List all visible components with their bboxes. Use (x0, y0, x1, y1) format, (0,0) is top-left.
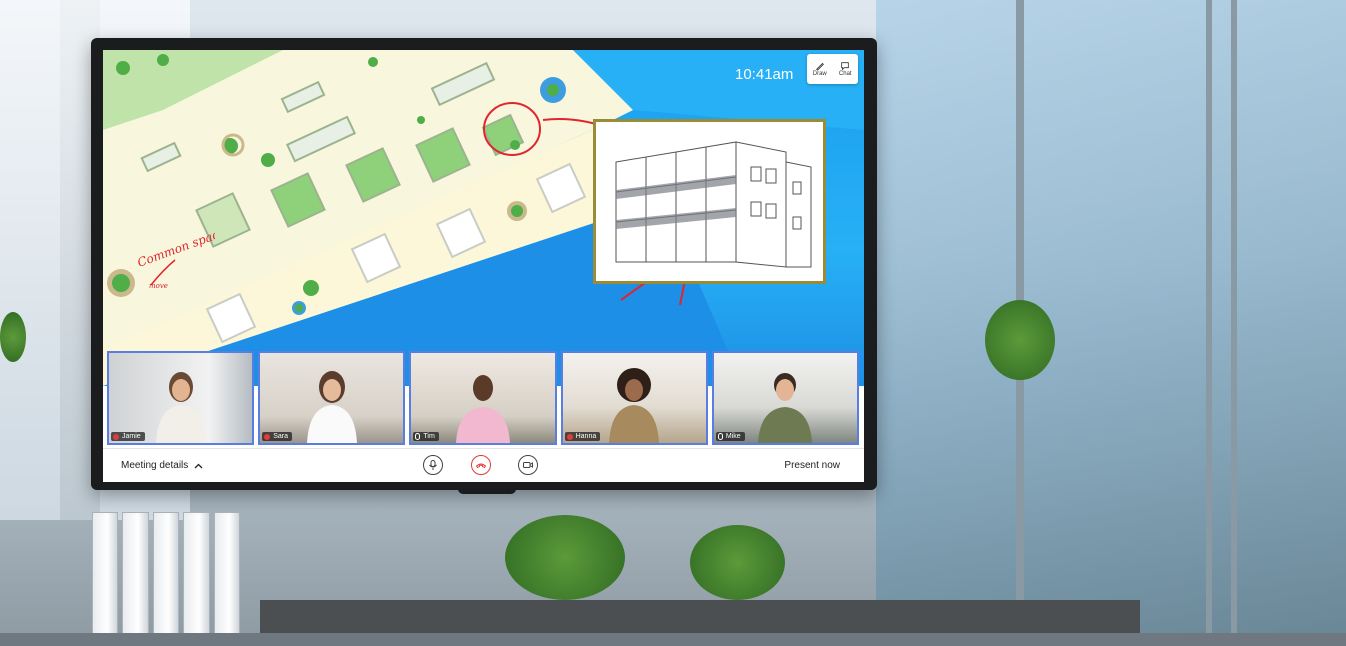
display-bezel: Common space move 10:41am Draw Chat Jami… (91, 38, 877, 490)
participant-name-tag: Mike (715, 432, 745, 441)
participant-name: Sara (273, 433, 288, 440)
door-handle (1231, 0, 1237, 646)
annotation-common-space: Common space (136, 232, 215, 270)
participant-tile[interactable]: Hanna (560, 351, 708, 445)
participant-tile[interactable]: Jamie (107, 351, 255, 445)
participant-tile[interactable]: Mike (711, 351, 860, 445)
pen-icon (815, 62, 824, 71)
background-plant (0, 312, 26, 362)
participant-video (306, 371, 357, 443)
mic-on-icon (415, 433, 421, 440)
present-now-button[interactable]: Present now (784, 460, 840, 471)
participant-name-tag: Hanna (564, 432, 601, 441)
binder (213, 512, 241, 646)
participant-video (758, 373, 813, 443)
binder (122, 512, 149, 646)
mic-on-icon (717, 433, 723, 440)
binder (92, 512, 119, 646)
microphone-button[interactable] (423, 455, 443, 475)
glass-partition (876, 0, 1346, 646)
mic-muted-icon (113, 433, 119, 440)
meeting-control-bar: Meeting details Present now (103, 448, 864, 482)
binder (183, 512, 210, 646)
building-sketch (615, 141, 812, 268)
whiteboard-canvas[interactable]: Common space move 10:41am Draw Chat (103, 50, 864, 386)
tool-panel: Draw Chat (807, 54, 858, 84)
door-handle (1206, 0, 1212, 646)
camera-button[interactable] (518, 455, 538, 475)
participant-video (456, 375, 510, 443)
annotation-move: move (149, 282, 168, 290)
chat-button[interactable]: Chat (833, 54, 859, 84)
mic-muted-icon (264, 433, 271, 440)
participant-name: Mike (725, 433, 741, 440)
hang-up-icon (475, 463, 487, 469)
meeting-details-label: Meeting details (121, 460, 189, 471)
clock: 10:41am (735, 66, 794, 83)
building-sketch-card[interactable] (593, 119, 826, 284)
handwritten-annotation: Common space move (136, 232, 215, 290)
participant-strip: Jamie Sara Tim Hanna Mike (107, 351, 860, 445)
participant-name: Hanna (575, 433, 597, 440)
meeting-screen: Common space move 10:41am Draw Chat Jami… (103, 50, 864, 482)
shelf (0, 633, 1346, 646)
microphone-icon (429, 460, 437, 470)
table-plant (505, 515, 625, 600)
hang-up-button[interactable] (471, 455, 491, 475)
participant-tile[interactable]: Tim (409, 351, 557, 445)
participant-video (155, 372, 206, 443)
participant-name-tag: Tim (413, 432, 439, 441)
draw-label: Draw (812, 71, 827, 77)
binder (152, 512, 180, 646)
participant-name: Jamie (122, 433, 141, 440)
chevron-up-icon (194, 463, 203, 468)
chat-icon (841, 62, 849, 71)
binder-shelf (92, 512, 241, 646)
meeting-details-button[interactable]: Meeting details (121, 460, 203, 471)
camera-icon (523, 462, 533, 468)
participant-name-tag: Sara (262, 432, 292, 441)
participant-tile[interactable]: Sara (258, 351, 406, 445)
chat-label: Chat (838, 71, 852, 77)
draw-button[interactable]: Draw (807, 54, 833, 84)
table-plant (690, 525, 785, 600)
participant-name: Tim (423, 433, 435, 440)
participant-name-tag: Jamie (111, 432, 145, 441)
participant-video (609, 368, 660, 443)
mic-muted-icon (566, 433, 573, 440)
display-camera-bar (458, 486, 516, 494)
background-plant (985, 300, 1055, 380)
